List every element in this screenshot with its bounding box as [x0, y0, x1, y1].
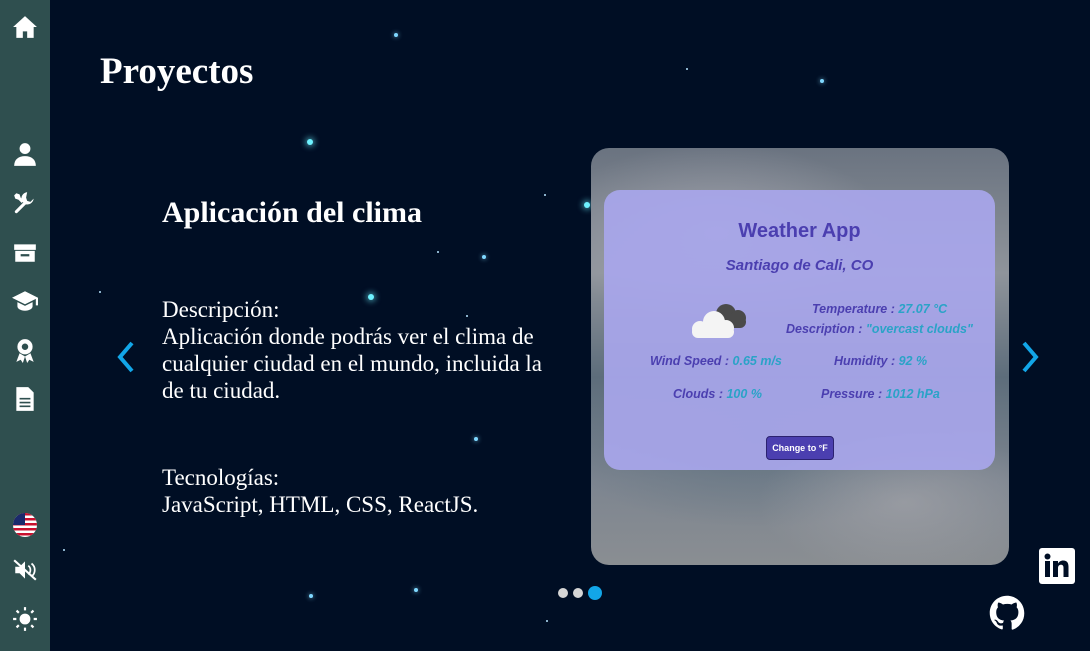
- language-toggle[interactable]: [0, 507, 50, 543]
- technologies-text: JavaScript, HTML, CSS, ReactJS.: [162, 492, 479, 517]
- technologies-label: Tecnologías:: [162, 465, 280, 490]
- star: [99, 291, 101, 293]
- star: [63, 549, 65, 551]
- star: [820, 79, 824, 83]
- star: [686, 68, 688, 70]
- humidity-label: Humidity :: [834, 354, 896, 368]
- project-description-block: Descripción: Aplicación donde podrás ver…: [162, 296, 562, 404]
- description-row: Description : "overcast clouds": [786, 322, 973, 336]
- sidebar-item-resume[interactable]: [0, 381, 50, 417]
- home-icon: [13, 16, 37, 38]
- user-icon: [14, 143, 36, 166]
- github-link[interactable]: [989, 595, 1025, 635]
- carousel-dot[interactable]: [573, 588, 583, 598]
- carousel-indicators: [558, 586, 602, 600]
- carousel-dot[interactable]: [558, 588, 568, 598]
- project-technologies-block: Tecnologías: JavaScript, HTML, CSS, Reac…: [162, 464, 562, 518]
- us-flag-icon: [13, 513, 37, 537]
- weather-description-label: Description :: [786, 322, 863, 336]
- temperature-label: Temperature :: [812, 302, 895, 316]
- clouds-label: Clouds :: [673, 387, 723, 401]
- wind-value: 0.65 m/s: [732, 354, 782, 368]
- carousel-next-button[interactable]: [1012, 335, 1048, 379]
- award-icon: [16, 339, 34, 363]
- star: [394, 33, 398, 37]
- sidebar: [0, 0, 50, 651]
- project-title: Aplicación del clima: [162, 196, 422, 229]
- star: [309, 594, 313, 598]
- weather-app-title: Weather App: [738, 220, 861, 242]
- sidebar-item-home[interactable]: [0, 9, 50, 45]
- sidebar-item-skills[interactable]: [0, 185, 50, 221]
- clouds-value: 100 %: [726, 387, 762, 401]
- wind-row: Wind Speed : 0.65 m/s: [650, 354, 782, 368]
- sidebar-item-education[interactable]: [0, 283, 50, 319]
- star: [474, 437, 478, 441]
- temperature-row: Temperature : 27.07 °C: [812, 302, 947, 316]
- document-icon: [16, 387, 34, 411]
- inbox-icon: [14, 244, 36, 262]
- star: [414, 588, 418, 592]
- weather-card: Weather App Santiago de Cali, CO Tempera…: [604, 190, 995, 470]
- sidebar-item-about[interactable]: [0, 136, 50, 172]
- sound-toggle[interactable]: [0, 552, 50, 588]
- description-label: Descripción:: [162, 297, 280, 322]
- star: [546, 620, 548, 622]
- carousel-prev-button[interactable]: [108, 335, 144, 379]
- weather-description-value: "overcast clouds": [865, 322, 973, 336]
- project-preview-image[interactable]: Weather App Santiago de Cali, CO Tempera…: [591, 148, 1009, 565]
- chevron-left-icon: [117, 341, 134, 373]
- weather-city: Santiago de Cali, CO: [725, 257, 874, 274]
- pressure-value: 1012 hPa: [885, 387, 940, 401]
- carousel-dot-active[interactable]: [588, 586, 602, 600]
- star: [482, 255, 486, 259]
- chevron-right-icon: [1022, 341, 1039, 373]
- star: [544, 194, 546, 196]
- page-title: Proyectos: [100, 51, 254, 92]
- humidity-row: Humidity : 92 %: [834, 354, 927, 368]
- linkedin-link[interactable]: [1039, 548, 1075, 588]
- graduation-cap-icon: [12, 291, 38, 311]
- star: [307, 139, 313, 145]
- github-icon: [989, 595, 1025, 630]
- sound-muted-icon: [13, 559, 37, 581]
- sun-icon: [13, 607, 37, 631]
- linkedin-icon: [1039, 548, 1075, 584]
- theme-toggle[interactable]: [0, 601, 50, 637]
- cloud-icon: [692, 304, 746, 338]
- change-unit-button[interactable]: Change to °F: [766, 436, 834, 460]
- humidity-value: 92 %: [898, 354, 928, 368]
- sidebar-item-projects[interactable]: [0, 234, 50, 270]
- tools-icon: [14, 192, 34, 214]
- description-text: Aplicación donde podrás ver el clima de …: [162, 324, 543, 403]
- temperature-value: 27.07 °C: [898, 302, 948, 316]
- pressure-label: Pressure :: [821, 387, 883, 401]
- clouds-row: Clouds : 100 %: [673, 387, 762, 401]
- pressure-row: Pressure : 1012 hPa: [821, 387, 940, 401]
- wind-label: Wind Speed :: [650, 354, 730, 368]
- star: [584, 202, 590, 208]
- star: [437, 251, 439, 253]
- sidebar-item-certificates[interactable]: [0, 332, 50, 368]
